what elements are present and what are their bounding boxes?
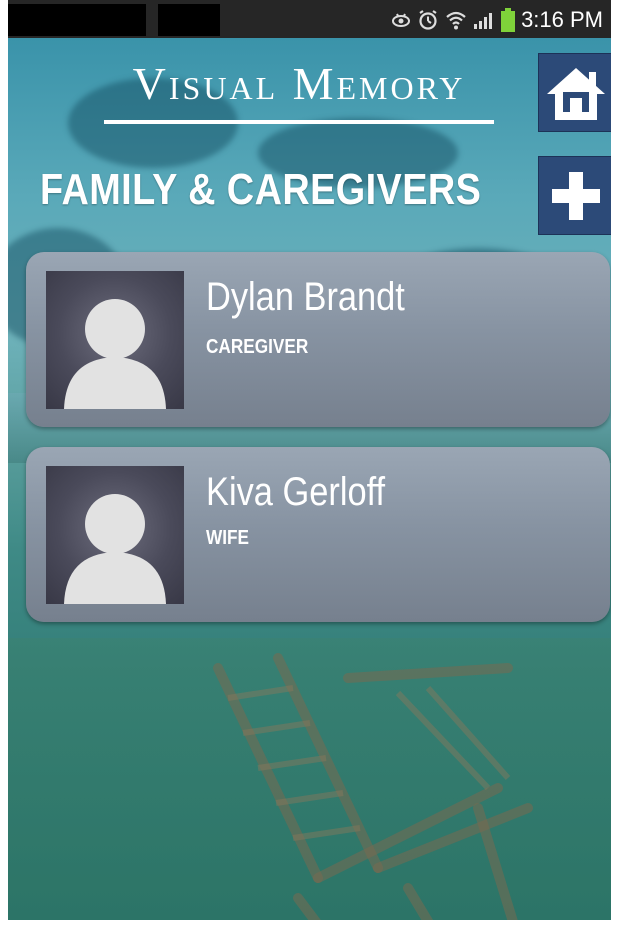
contact-role: CAREGIVER — [206, 336, 309, 358]
signal-icon — [474, 13, 493, 29]
battery-icon — [501, 8, 516, 32]
contact-name: Dylan Brandt — [206, 275, 405, 319]
person-silhouette-icon — [64, 494, 166, 604]
person-silhouette-icon — [64, 299, 166, 409]
avatar — [46, 466, 184, 604]
section-title: FAMILY & CAREGIVERS — [40, 165, 482, 214]
logo-underline — [104, 120, 494, 124]
contact-card[interactable]: Kiva Gerloff WIFE — [26, 447, 610, 622]
contact-card[interactable]: Dylan Brandt CAREGIVER — [26, 252, 610, 427]
status-time: 3:16 PM — [521, 7, 603, 32]
avatar — [46, 271, 184, 409]
eye-icon — [392, 13, 411, 27]
logo-text: Visual Memory — [132, 58, 466, 109]
home-button[interactable] — [538, 53, 611, 132]
wifi-icon — [446, 11, 466, 30]
plus-icon — [551, 171, 600, 220]
add-contact-button[interactable] — [538, 156, 611, 235]
status-bar: 3:16 PM — [8, 0, 611, 38]
app-screen: 3:16 PM Visual Memory FAMILY & CAREGIVER… — [8, 0, 611, 920]
status-icons: 3:16 PM — [391, 6, 603, 34]
status-bar-blank-middle — [158, 4, 220, 36]
app-logo: Visual Memory — [94, 56, 504, 126]
beach-chair-image — [213, 653, 533, 920]
home-icon — [546, 67, 605, 120]
alarm-icon — [419, 10, 437, 30]
contact-name: Kiva Gerloff — [206, 470, 386, 514]
status-bar-blank-left — [8, 4, 146, 36]
contact-role: WIFE — [206, 527, 249, 549]
